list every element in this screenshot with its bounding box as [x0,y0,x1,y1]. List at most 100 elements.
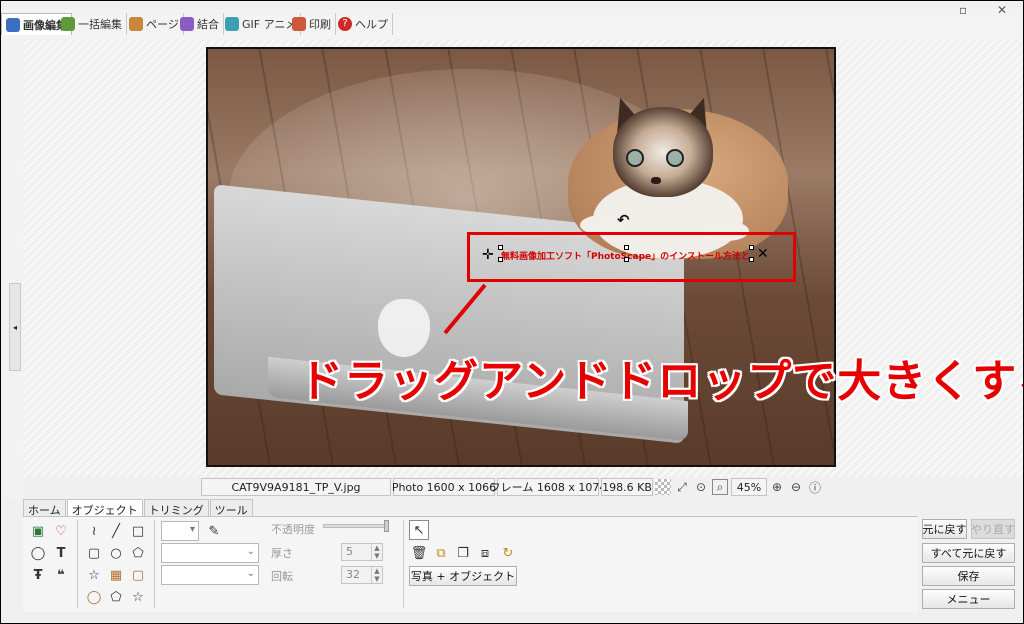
rectangle-icon[interactable]: □ [128,521,148,541]
filled-pentagon-icon[interactable]: ⬠ [106,587,126,607]
rotation-stepper[interactable]: 32 ▲ ▼ [341,566,383,584]
panel-divider [77,520,78,608]
tab-label: ヘルプ [355,18,388,31]
bring-front-icon[interactable]: ⧉ [431,543,451,563]
resize-handle[interactable] [624,257,629,262]
status-photo-size: Photo 1600 x 1066 [392,478,496,496]
collapse-panel-button[interactable]: ◂ [9,283,21,371]
delete-object-icon[interactable]: ✕ [757,246,769,262]
panel-divider [154,520,155,608]
chevron-left-icon: ◂ [12,322,17,332]
panel-divider [403,520,404,608]
copy-object-icon[interactable]: ❐ [453,543,473,563]
color-dropdown[interactable]: ▾ [161,521,199,541]
rounded-rect-icon[interactable]: ▢ [84,543,104,563]
thickness-label: 厚さ [271,547,293,560]
tab-label: 結合 [197,18,219,31]
select-pointer-icon[interactable]: ↖ [409,520,429,540]
chevron-down-icon: ▾ [189,524,195,535]
quote-icon[interactable]: ❝ [51,565,71,585]
pentagon-icon[interactable]: ⬠ [128,543,148,563]
filled-rect-icon[interactable]: ▦ [106,565,126,585]
text-tool-icon[interactable]: T [51,543,71,563]
maximize-icon[interactable]: ▫ [959,3,967,17]
main-menu-bar: 画像編集 一括編集 ページ 結合 GIF アニメ 印刷 ? ヘルプ ▫ ✕ [1,3,1023,39]
stepper-arrows-icon[interactable]: ▲ ▼ [371,567,382,583]
circle-icon[interactable]: ○ [106,543,126,563]
fit-screen-icon[interactable]: ⤢ [674,479,690,495]
thickness-stepper[interactable]: 5 ▲ ▼ [341,543,383,561]
stepper-arrows-icon[interactable]: ▲ ▼ [371,544,382,560]
photo-plus-object-button[interactable]: 写真 + オブジェクト [409,566,517,586]
filled-star-icon[interactable]: ☆ [128,587,148,607]
redo-button[interactable]: やり直す [971,519,1015,539]
chevron-down-icon: ⌄ [246,546,255,557]
slider-knob[interactable] [384,520,389,532]
zoom-fit-icon[interactable]: ⌕ [712,479,728,495]
insert-photo-icon[interactable]: ▣ [28,521,48,541]
star-icon[interactable]: ☆ [84,565,104,585]
status-bar: CAT9V9A9181_TP_V.jpg Photo 1600 x 1066 フ… [201,477,826,497]
filled-rounded-rect-icon[interactable]: ▢ [128,565,148,585]
resize-handle[interactable] [749,245,754,250]
tab-batch-edit[interactable]: 一括編集 [57,13,127,35]
tab-print[interactable]: 印刷 [288,13,336,35]
trash-icon[interactable]: 🗑 [409,543,429,563]
resize-handle[interactable] [624,245,629,250]
tab-home[interactable]: ホーム [23,499,66,517]
rotation-label: 回転 [271,570,293,583]
page-icon [129,17,143,31]
eyedropper-icon[interactable]: ✎ [204,521,224,541]
curve-line-icon[interactable]: ≀ [84,521,104,541]
tab-page[interactable]: ページ [125,13,184,35]
zoom-in-icon[interactable]: ⊕ [769,479,785,495]
thickness-value: 5 [346,545,353,558]
tab-trimming[interactable]: トリミング [143,499,209,517]
opacity-slider[interactable] [323,520,389,532]
save-button[interactable]: 保存 [922,566,1015,586]
resize-handle[interactable] [749,257,754,262]
close-window-icon[interactable]: ✕ [997,3,1007,17]
actual-size-icon[interactable]: ⊙ [693,479,709,495]
tab-tools[interactable]: ツール [209,499,253,517]
panel-tabs: ホーム オブジェクト トリミング ツール [23,499,254,517]
cat-eye-right [666,149,684,167]
zoom-out-icon[interactable]: ⊖ [788,479,804,495]
line-icon[interactable]: ╱ [106,521,126,541]
tab-label: ページ [146,18,179,31]
insert-icon-icon[interactable]: ♡ [51,521,71,541]
duplicate-object-icon[interactable]: ⧈ [475,543,495,563]
status-file-size: 198.6 KB [601,478,653,496]
line-style-dropdown[interactable]: ⌄ [161,543,259,563]
status-frame-size: フレーム 1608 x 1074 [490,478,606,496]
tab-help[interactable]: ? ヘルプ [334,13,393,35]
tab-object[interactable]: オブジェクト [66,499,143,517]
tab-combine[interactable]: 結合 [176,13,224,35]
tab-label: 印刷 [309,18,331,31]
transparency-icon[interactable] [655,479,671,495]
resize-handle[interactable] [498,245,503,250]
object-tools-panel [23,516,918,612]
resize-handle[interactable] [498,257,503,262]
move-handle-icon[interactable]: ✛ [482,247,494,263]
info-icon[interactable]: ⓘ [807,479,823,495]
help-icon: ? [338,17,352,31]
text-style-icon[interactable]: Ŧ [28,565,48,585]
cat-eye-left [626,149,644,167]
reset-object-icon[interactable]: ↻ [498,543,518,563]
menu-button[interactable]: メニュー [922,589,1015,609]
gif-icon [225,17,239,31]
cat-nose [651,177,661,184]
undo-all-button[interactable]: すべて元に戻す [922,543,1015,563]
filled-circle-icon[interactable]: ◯ [84,587,104,607]
status-filename: CAT9V9A9181_TP_V.jpg [201,478,391,496]
print-icon [292,17,306,31]
chevron-down-icon: ⌄ [246,568,255,579]
undo-button[interactable]: 元に戻す [922,519,967,539]
status-zoom-level: 45% [731,478,767,496]
speech-balloon-icon[interactable]: ◯ [28,543,48,563]
rotate-handle-icon[interactable]: ↶ [617,211,630,229]
annotation-arrow [443,283,487,335]
arrow-style-dropdown[interactable]: ⌄ [161,565,259,585]
opacity-label: 不透明度 [271,523,315,536]
